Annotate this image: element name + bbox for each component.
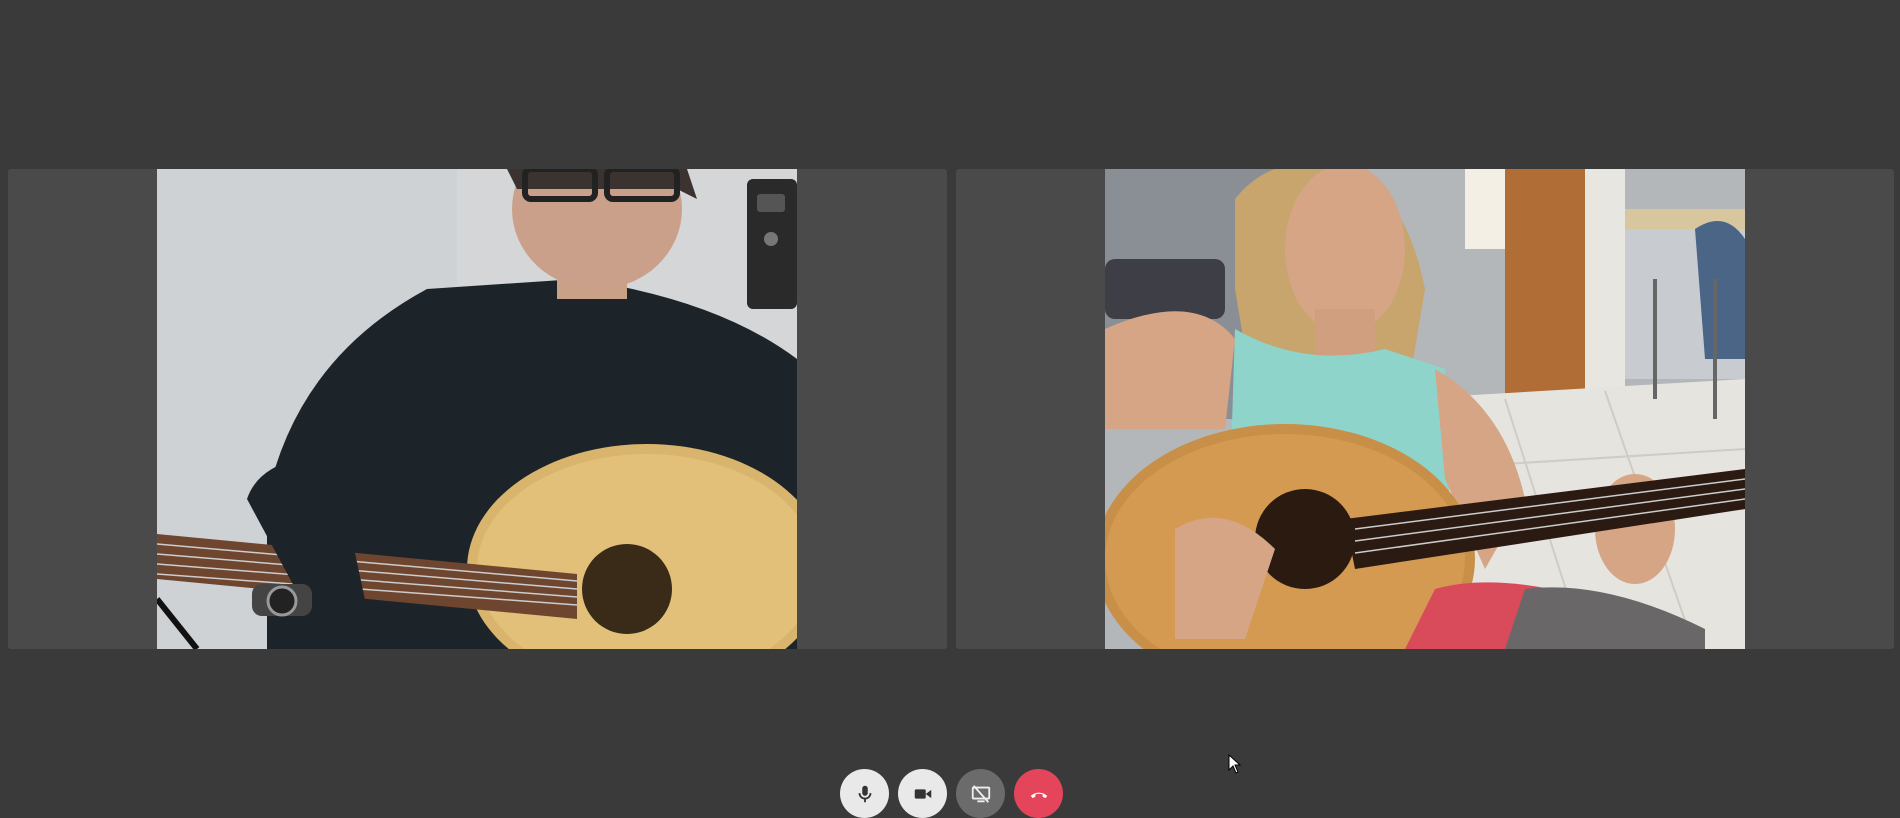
video-frame-woman-with-guitar: [1104, 169, 1745, 649]
participant-video-2: [1104, 169, 1745, 649]
video-camera-icon: [914, 788, 931, 799]
call-controls: [840, 769, 1063, 818]
hang-up-button[interactable]: [1014, 769, 1063, 818]
microphone-button[interactable]: [840, 769, 889, 818]
mouse-cursor-icon: [1228, 754, 1242, 774]
hang-up-icon: [1030, 792, 1047, 798]
screen-share-off-icon: [971, 784, 990, 803]
participant-tile-2[interactable]: [955, 169, 1894, 649]
participant-video-1: [157, 169, 797, 649]
video-frame-man-with-guitar: [157, 169, 797, 649]
participant-grid: [8, 169, 1894, 649]
camera-button[interactable]: [898, 769, 947, 818]
microphone-icon: [858, 785, 871, 802]
participant-tile-1[interactable]: [8, 169, 947, 649]
video-call-window: [0, 0, 1900, 818]
screen-share-button[interactable]: [956, 769, 1005, 818]
